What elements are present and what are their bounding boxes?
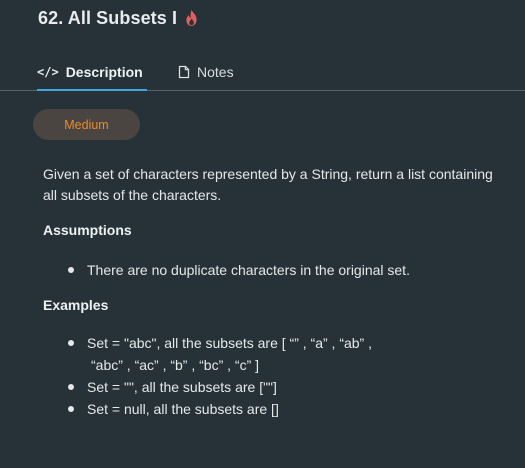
tab-label: Description [65, 63, 143, 80]
example-text: Set = null, all the subsets are [] [87, 401, 279, 417]
note-icon [178, 65, 190, 79]
list-item: Set = null, all the subsets are [] [61, 398, 491, 420]
example-text: Set = "abc", all the subsets are [ “” , … [87, 335, 372, 351]
example-text: “abc” , “ac” , “b” , “bc” , “c” ] [91, 357, 260, 373]
list-item: Set = "", all the subsets are [""] [61, 376, 491, 398]
active-tab-indicator [37, 89, 147, 91]
tab-bar: </> Description Notes [0, 54, 525, 91]
description-paragraph: Given a set of characters represented by… [43, 166, 493, 203]
problem-title: 62. All Subsets I [38, 7, 178, 28]
list-item: There are no duplicate characters in the… [61, 259, 491, 281]
tab-notes[interactable]: Notes [178, 54, 234, 89]
list-item: Set = "abc", all the subsets are [ “” , … [61, 332, 491, 376]
assumptions-heading: Assumptions [43, 222, 132, 238]
difficulty-badge: Medium [33, 109, 140, 140]
tab-label: Notes [197, 63, 234, 80]
assumptions-list: There are no duplicate characters in the… [61, 259, 491, 281]
code-icon: </> [37, 64, 59, 79]
example-text: Set = "", all the subsets are [""] [87, 379, 277, 395]
tab-description[interactable]: </> Description [37, 54, 143, 89]
problem-description: Given a set of characters represented by… [43, 164, 493, 206]
examples-list: Set = "abc", all the subsets are [ “” , … [61, 332, 491, 420]
assumption-text: There are no duplicate characters in the… [87, 262, 410, 278]
flame-icon [184, 9, 199, 27]
problem-header: 62. All Subsets I [38, 6, 199, 30]
examples-heading: Examples [43, 297, 109, 313]
